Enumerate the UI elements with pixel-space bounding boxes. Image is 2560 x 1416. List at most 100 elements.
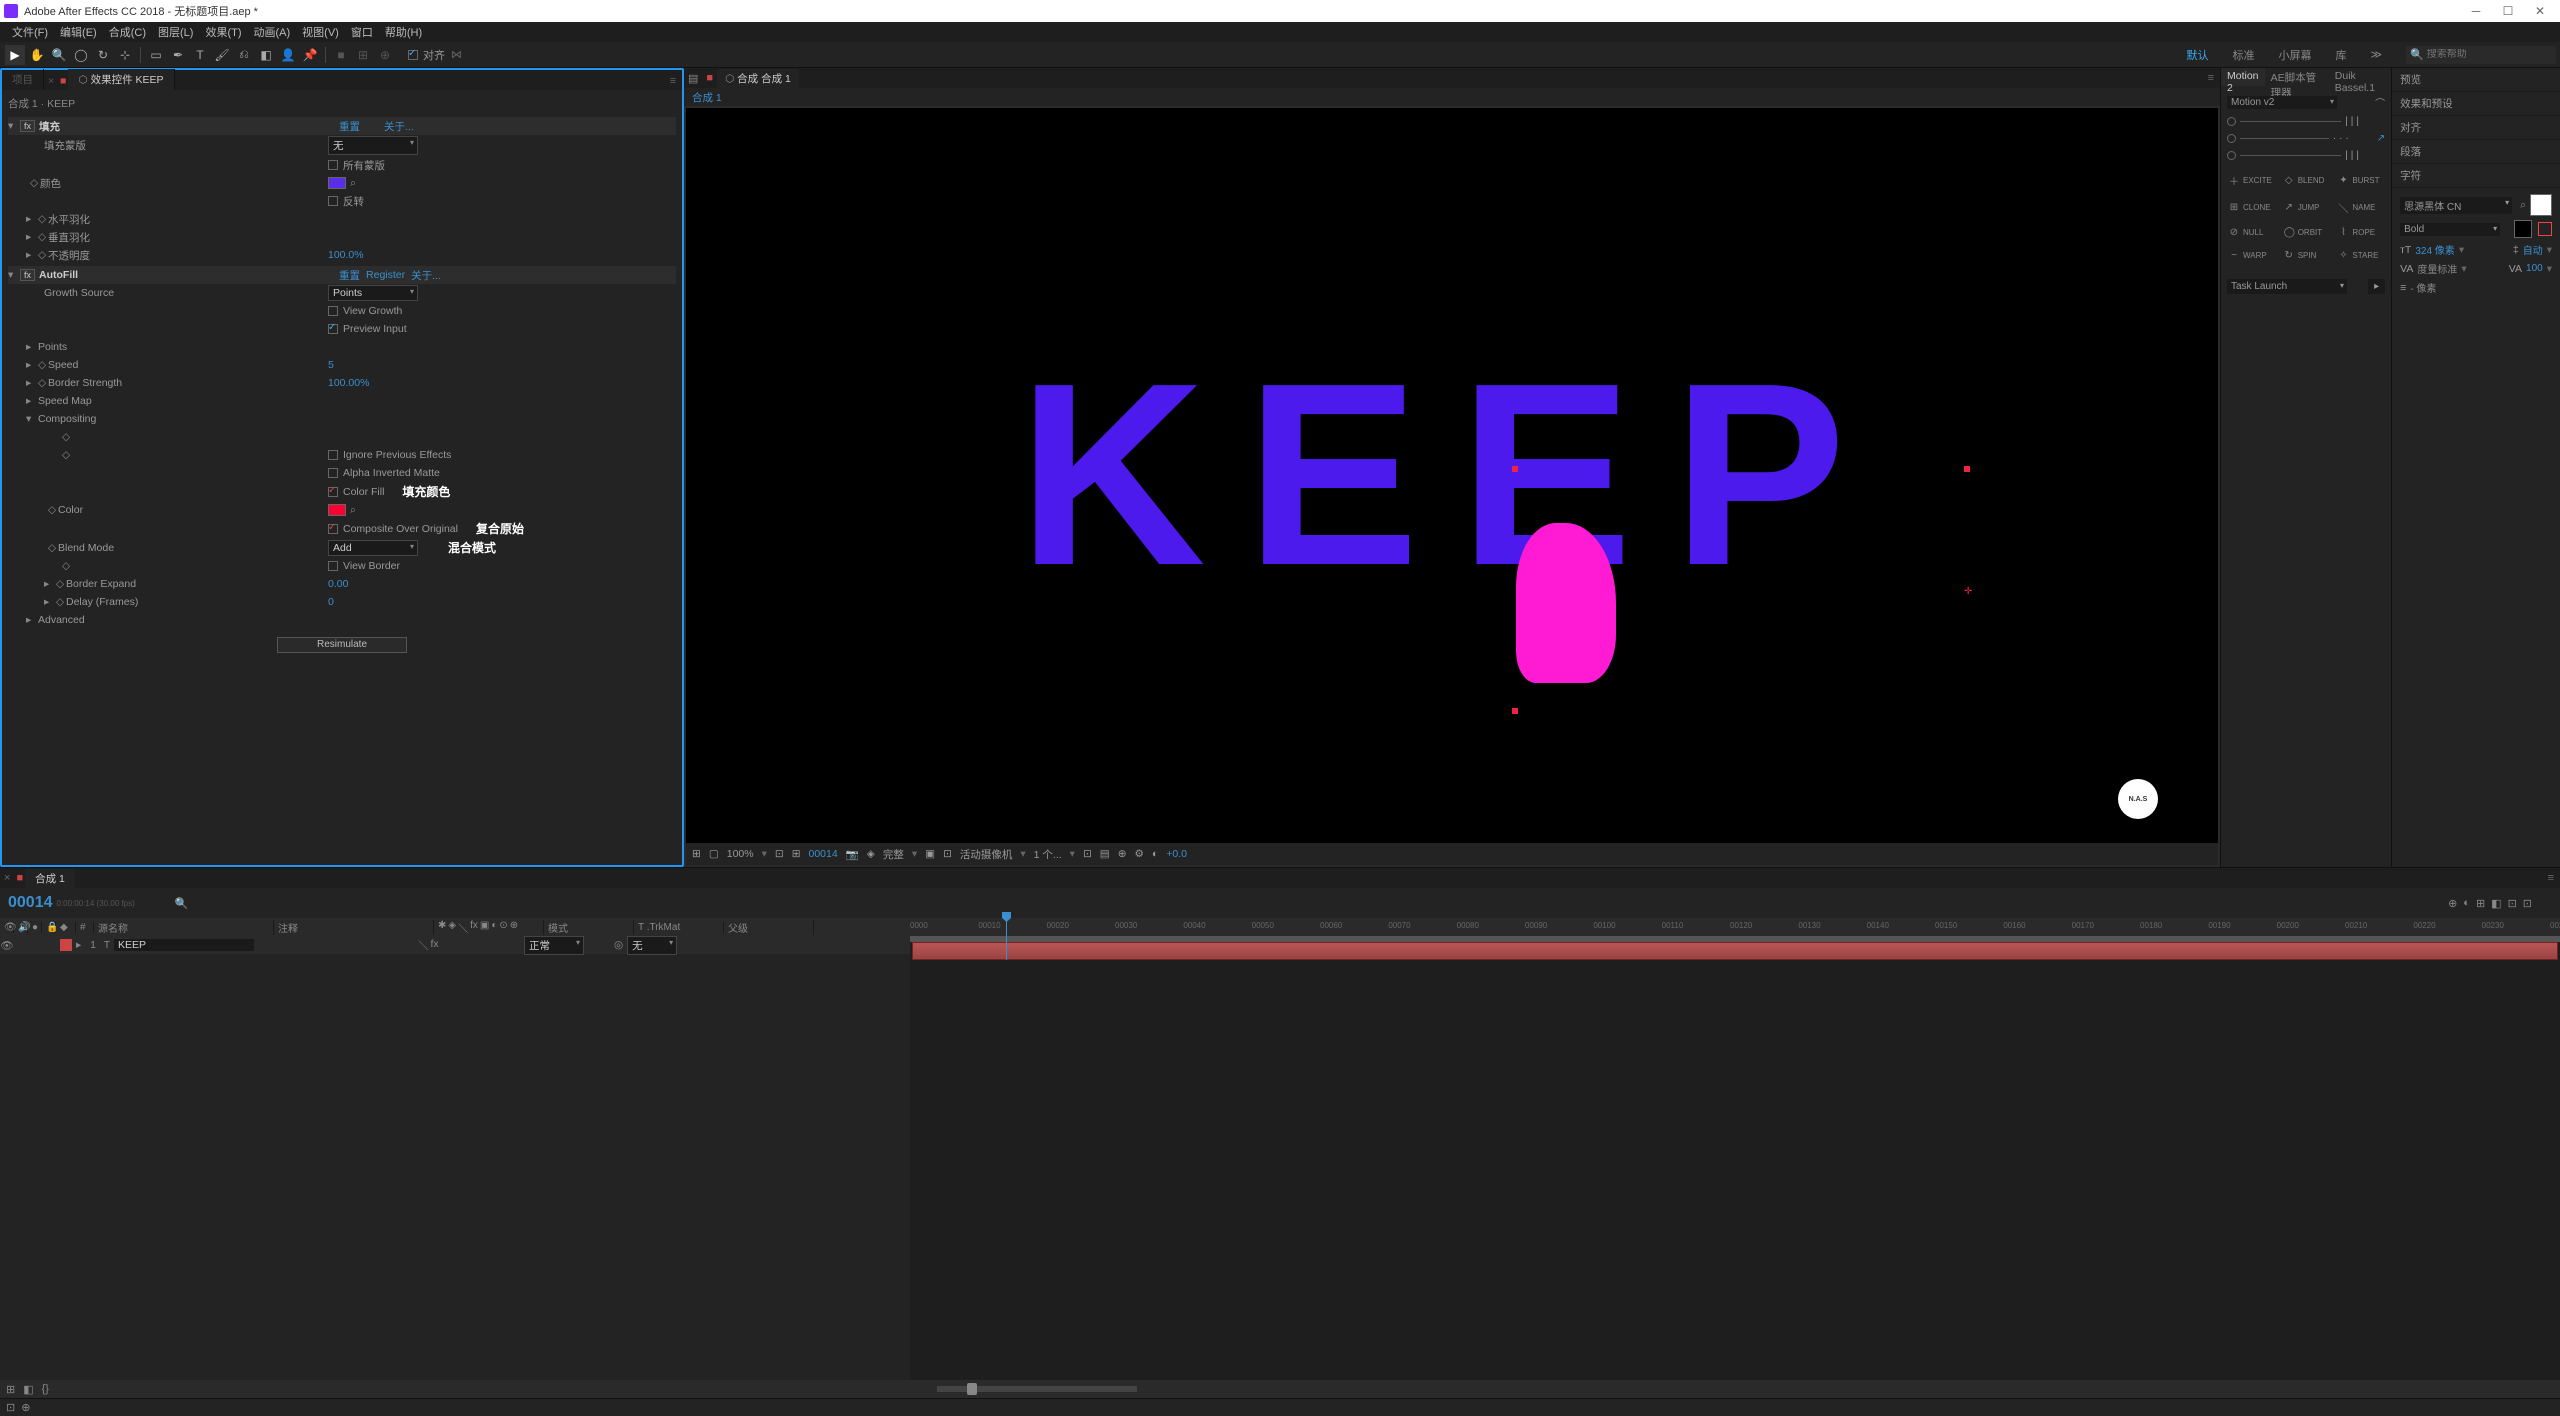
speed-value[interactable]: 5: [328, 359, 334, 371]
status-icon1[interactable]: ⊡: [6, 1401, 15, 1414]
menu-animation[interactable]: 动画(A): [248, 22, 297, 42]
eyedropper-icon[interactable]: ⌕: [350, 177, 356, 190]
stopwatch-icon[interactable]: ◇: [48, 504, 58, 516]
aspect-icon[interactable]: ⊡: [775, 848, 784, 860]
stopwatch-icon[interactable]: ◇: [56, 596, 66, 608]
motion-btn-jump[interactable]: ↗JUMP: [2282, 197, 2331, 218]
section-effects[interactable]: 效果和预设: [2392, 92, 2560, 116]
pickwhip-icon[interactable]: ◎: [614, 939, 623, 951]
timeline-zoom-slider[interactable]: [937, 1386, 1137, 1392]
twirl-icon[interactable]: ▸: [26, 231, 38, 243]
tool-pen[interactable]: ✒: [168, 45, 188, 65]
tl-tool-4[interactable]: ◧: [2491, 897, 2501, 910]
current-time[interactable]: 00014: [8, 894, 53, 912]
twirl-icon[interactable]: ▸: [26, 377, 38, 389]
motion-radio-1[interactable]: [2227, 117, 2236, 126]
current-time-indicator[interactable]: [1006, 918, 1007, 960]
motion-btn-clone[interactable]: ⊞CLONE: [2227, 197, 2276, 218]
bbox-handle[interactable]: [1964, 466, 1970, 472]
tl-tool-3[interactable]: ⊞: [2476, 897, 2485, 910]
col-audio[interactable]: 🔊: [14, 922, 28, 933]
resolution-dropdown[interactable]: 完整: [883, 847, 904, 862]
motion-slider-1[interactable]: [2240, 121, 2341, 122]
stopwatch-icon[interactable]: ◇: [38, 377, 48, 389]
col-source[interactable]: 源名称: [94, 920, 274, 935]
tab-project[interactable]: 项目: [2, 69, 44, 90]
text-fill-color[interactable]: [2530, 194, 2552, 216]
layer-name[interactable]: KEEP: [114, 939, 254, 951]
task-launch-button[interactable]: ▸: [2368, 279, 2385, 294]
help-search-input[interactable]: [2427, 49, 2552, 60]
view-growth-checkbox[interactable]: [328, 306, 338, 316]
fx-fill-name[interactable]: 填充: [39, 119, 60, 134]
maximize-button[interactable]: ☐: [2492, 2, 2524, 20]
motion-btn-orbit[interactable]: ◯ORBIT: [2282, 224, 2331, 241]
alpha-inv-checkbox[interactable]: [328, 468, 338, 478]
motion-btn-blend[interactable]: ◇BLEND: [2282, 170, 2331, 191]
col-label[interactable]: ◆: [56, 922, 76, 933]
twirl-icon[interactable]: ▸: [26, 249, 38, 261]
stopwatch-icon[interactable]: ◇: [62, 449, 72, 461]
preview-input-checkbox[interactable]: [328, 324, 338, 334]
motion-btn-stare[interactable]: ✧STARE: [2336, 247, 2385, 264]
twirl-icon[interactable]: ▸: [44, 596, 56, 608]
tool-brush[interactable]: 🖌: [212, 45, 232, 65]
camera-dropdown[interactable]: 活动摄像机: [960, 847, 1013, 862]
tool-local-axis[interactable]: ⊞: [353, 45, 373, 65]
autofill-reset[interactable]: 重置: [339, 268, 360, 283]
stopwatch-icon[interactable]: ◇: [48, 542, 58, 554]
views-dropdown[interactable]: 1 个...: [1034, 847, 1062, 862]
resimulate-button[interactable]: Resimulate: [277, 637, 407, 653]
layer-color-label[interactable]: [60, 939, 72, 951]
panel-menu-icon[interactable]: ≡: [2202, 69, 2220, 87]
viewport-text-layer[interactable]: KEEP: [1018, 326, 1886, 625]
tl-footer-icon1[interactable]: ⊞: [6, 1383, 15, 1396]
panel-menu-icon[interactable]: ≡: [2542, 869, 2560, 887]
tl-footer-icon3[interactable]: {}: [42, 1383, 49, 1395]
motion-btn-warp[interactable]: ~WARP: [2227, 247, 2276, 264]
vp-icon4[interactable]: ⚙: [1135, 848, 1144, 860]
anchor-point-icon[interactable]: ✛: [1964, 586, 1972, 597]
layer-duration-bar[interactable]: [912, 942, 2558, 960]
stopwatch-icon[interactable]: ◇: [30, 177, 40, 189]
section-character[interactable]: 字符: [2392, 164, 2560, 188]
fx-fill-about[interactable]: 关于...: [384, 119, 414, 134]
vp-icon3[interactable]: ⊕: [1118, 848, 1127, 860]
motion-btn-excite[interactable]: ＋EXCITE: [2227, 170, 2276, 191]
menu-file[interactable]: 文件(F): [6, 22, 54, 42]
tab-motion2[interactable]: Motion 2: [2221, 68, 2265, 86]
font-weight-dropdown[interactable]: Bold: [2400, 223, 2500, 236]
growth-source-dropdown[interactable]: Points: [328, 285, 418, 301]
col-lock[interactable]: 🔒: [42, 922, 56, 933]
invert-checkbox[interactable]: [328, 196, 338, 206]
motion-version-dropdown[interactable]: Motion v2: [2227, 96, 2337, 109]
col-parent[interactable]: 父级: [724, 920, 814, 935]
col-trkmat[interactable]: T .TrkMat: [634, 922, 724, 933]
tl-tool-2[interactable]: ◐: [2463, 897, 2470, 910]
autofill-about[interactable]: 关于...: [411, 268, 441, 283]
timeline-layer-row[interactable]: 👁 ▸ 1 T KEEP ＼fx 正常 ◎无: [0, 936, 910, 954]
ignore-prev-checkbox[interactable]: [328, 450, 338, 460]
tab-effect-controls[interactable]: ⬡ 效果控件 KEEP: [68, 69, 174, 90]
composition-viewport[interactable]: KEEP ✛ N.A.S: [686, 108, 2218, 843]
blend-mode-dropdown[interactable]: Add: [328, 540, 418, 556]
snap-checkbox[interactable]: [408, 50, 418, 60]
layer-mode-dropdown[interactable]: 正常: [524, 936, 584, 955]
border-expand-value[interactable]: 0.00: [328, 578, 348, 590]
menu-effect[interactable]: 效果(T): [199, 22, 247, 42]
font-size-value[interactable]: 324 像素: [2415, 242, 2454, 257]
vp-icon5[interactable]: ◐: [1152, 848, 1158, 860]
snapshot-icon[interactable]: 📷: [846, 848, 859, 861]
tl-footer-icon2[interactable]: ◧: [23, 1383, 33, 1396]
stopwatch-icon[interactable]: ◇: [56, 578, 66, 590]
marker-icon[interactable]: ×: [0, 872, 14, 884]
tl-tool-1[interactable]: ⊕: [2448, 897, 2457, 910]
tool-selection[interactable]: ▶: [5, 45, 25, 65]
help-search[interactable]: 🔍: [2406, 46, 2556, 64]
menu-window[interactable]: 窗口: [345, 22, 379, 42]
text-stroke-color[interactable]: [2514, 220, 2532, 238]
transparency-icon[interactable]: ⊡: [943, 848, 952, 860]
color-fill-checkbox[interactable]: [328, 487, 338, 497]
section-align[interactable]: 对齐: [2392, 116, 2560, 140]
section-paragraph[interactable]: 段落: [2392, 140, 2560, 164]
